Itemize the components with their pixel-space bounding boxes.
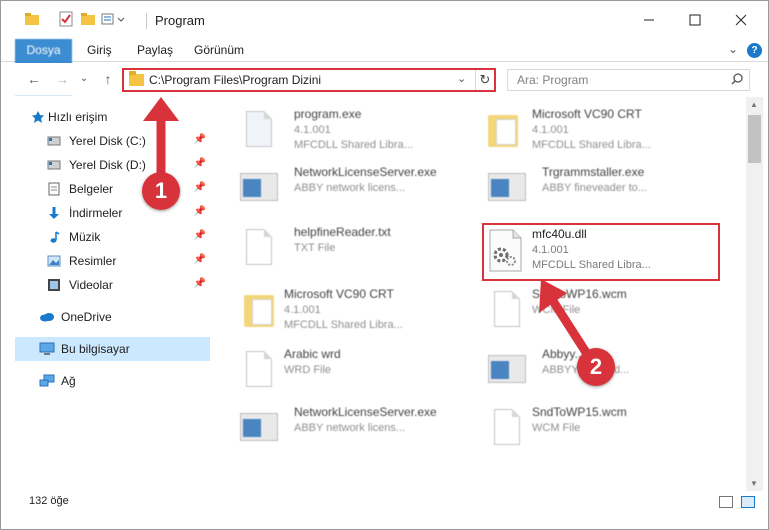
callout-badge-2: 2	[577, 348, 615, 386]
annotation-arrows	[143, 97, 593, 360]
callout-badge-1: 1	[142, 172, 180, 210]
explorer-window: Program Dosya Giriş Paylaş Görünüm ⌄ ? ←…	[0, 0, 769, 530]
